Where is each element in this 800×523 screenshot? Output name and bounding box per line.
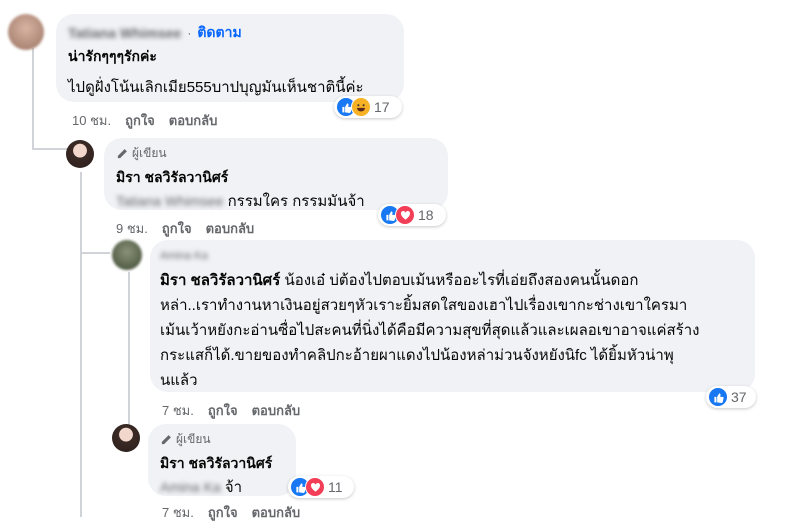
comment-actions: 7 ชม. ถูกใจ ตอบกลับ [162,502,300,523]
timestamp[interactable]: 7 ชม. [162,502,194,523]
comment-bubble: Amina Ka มิรา ชลวิรัลวานิศร์ น้องเอ๋ บ่ต… [150,240,755,392]
avatar[interactable] [112,424,140,452]
comment-bubble: ผู้เขียน มิรา ชลวิรัลวานิศร์ Tatiana Whi… [104,138,448,210]
like-icon [708,387,728,407]
mention-tag[interactable]: Amina Ka [160,477,221,498]
timestamp[interactable]: 10 ชม. [72,110,111,131]
reaction-summary[interactable]: 17 [334,96,402,118]
reaction-summary[interactable]: 18 [378,204,446,226]
author-badge: ผู้เขียน [160,430,284,449]
thread-line [80,252,110,254]
like-button[interactable]: ถูกใจ [162,218,192,239]
pencil-icon [117,148,127,158]
like-button[interactable]: ถูกใจ [125,110,155,131]
timestamp[interactable]: 7 ชม. [162,400,194,421]
reaction-summary[interactable]: 37 [706,386,756,408]
comment-actions: 7 ชม. ถูกใจ ตอบกลับ [162,400,300,421]
avatar[interactable] [8,14,44,50]
commenter-name[interactable]: Tatiana Whimsee [68,25,181,41]
reaction-count: 17 [374,99,390,115]
love-icon [395,205,415,225]
separator-dot: · [187,26,192,40]
reaction-summary[interactable]: 11 [288,476,354,498]
reaction-count: 11 [328,479,343,495]
comment-text: มิรา ชลวิรัลวานิศร์ น้องเอ๋ บ่ต้องไปตอบเ… [160,272,700,389]
reaction-count: 37 [731,389,747,405]
avatar[interactable] [112,240,142,270]
author-badge: ผู้เขียน [116,144,436,163]
reply-button[interactable]: ตอบกลับ [169,110,218,131]
love-icon [305,477,325,497]
comment-bubble: Tatiana Whimsee · ติดตาม น่ารักๆๆๆรักค่ะ… [56,14,404,102]
comment-bubble: ผู้เขียน มิรา ชลวิรัลวานิศร์ Amina Ka จ้… [148,424,296,496]
comment-text: จ้า [224,479,243,496]
mention-tag[interactable]: มิรา ชลวิรัลวานิศร์ [160,272,280,289]
thread-line [128,272,130,440]
thread-line [32,48,34,148]
comment-text-line: น่ารักๆๆๆรักค่ะ [68,48,157,64]
commenter-name[interactable]: มิรา ชลวิรัลวานิศร์ [160,453,284,475]
thread-line [32,148,68,150]
mention-tag[interactable]: Tatiana Whimsee [116,191,223,212]
follow-button[interactable]: ติดตาม [197,22,241,44]
avatar[interactable] [66,140,94,168]
like-button[interactable]: ถูกใจ [208,400,238,421]
reply-button[interactable]: ตอบกลับ [252,400,301,421]
thread-line [80,172,82,517]
haha-icon [351,97,371,117]
timestamp[interactable]: 9 ชม. [116,218,148,239]
comment-text-line: ไปดูฝั่งโน้นเลิกเมีย555บาปบุญมันเห็นชาติ… [68,79,364,96]
comment-text: กรรมใคร กรรมมันจ้า [227,193,365,210]
pencil-icon [161,434,171,444]
comment-actions: 9 ชม. ถูกใจ ตอบกลับ [116,218,254,239]
reply-button[interactable]: ตอบกลับ [206,218,255,239]
like-button[interactable]: ถูกใจ [208,502,238,523]
reaction-count: 18 [418,207,434,223]
comment-actions: 10 ชม. ถูกใจ ตอบกลับ [72,110,217,131]
commenter-name[interactable]: Amina Ka [160,250,208,262]
reply-button[interactable]: ตอบกลับ [252,502,301,523]
commenter-name[interactable]: มิรา ชลวิรัลวานิศร์ [116,167,436,189]
